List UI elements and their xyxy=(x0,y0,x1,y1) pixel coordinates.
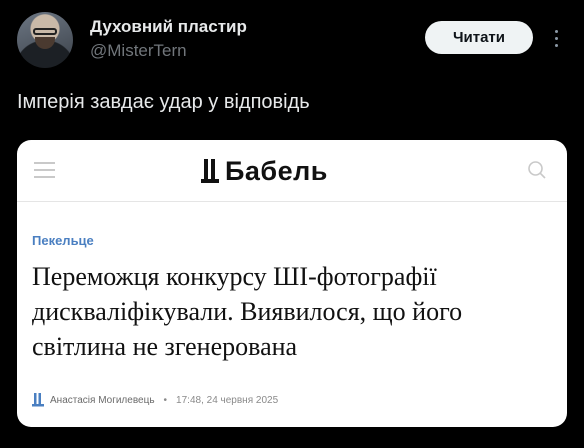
avatar[interactable] xyxy=(17,12,73,68)
article-timestamp: 17:48, 24 червня 2025 xyxy=(176,394,279,406)
tweet-text: Імперія завдає удар у відповідь xyxy=(17,91,310,113)
article-headline[interactable]: Переможця конкурсу ШІ-фотографії дисквал… xyxy=(32,259,552,364)
link-preview-card[interactable]: Бабель Пекельце Переможця конкурсу ШІ-фо… xyxy=(17,140,567,427)
more-options-icon[interactable] xyxy=(548,24,564,52)
babel-small-logo-icon xyxy=(32,393,44,407)
avatar-glasses xyxy=(33,28,57,35)
author-handle[interactable]: @MisterTern xyxy=(90,41,187,61)
article-category[interactable]: Пекельце xyxy=(32,233,94,248)
avatar-beard xyxy=(35,37,55,49)
card-header: Бабель xyxy=(17,140,567,202)
follow-button[interactable]: Читати xyxy=(425,21,533,54)
article-meta: Анастасія Могилевець • 17:48, 24 червня … xyxy=(32,393,278,407)
search-icon xyxy=(528,161,546,179)
site-logo-text: Бабель xyxy=(225,155,328,186)
author-display-name[interactable]: Духовний пластир xyxy=(90,17,247,37)
babel-logo-icon xyxy=(201,159,219,183)
site-logo: Бабель xyxy=(201,153,328,189)
article-author: Анастасія Могилевець xyxy=(50,394,155,406)
hamburger-menu-icon xyxy=(34,162,55,178)
meta-separator: • xyxy=(163,394,168,406)
